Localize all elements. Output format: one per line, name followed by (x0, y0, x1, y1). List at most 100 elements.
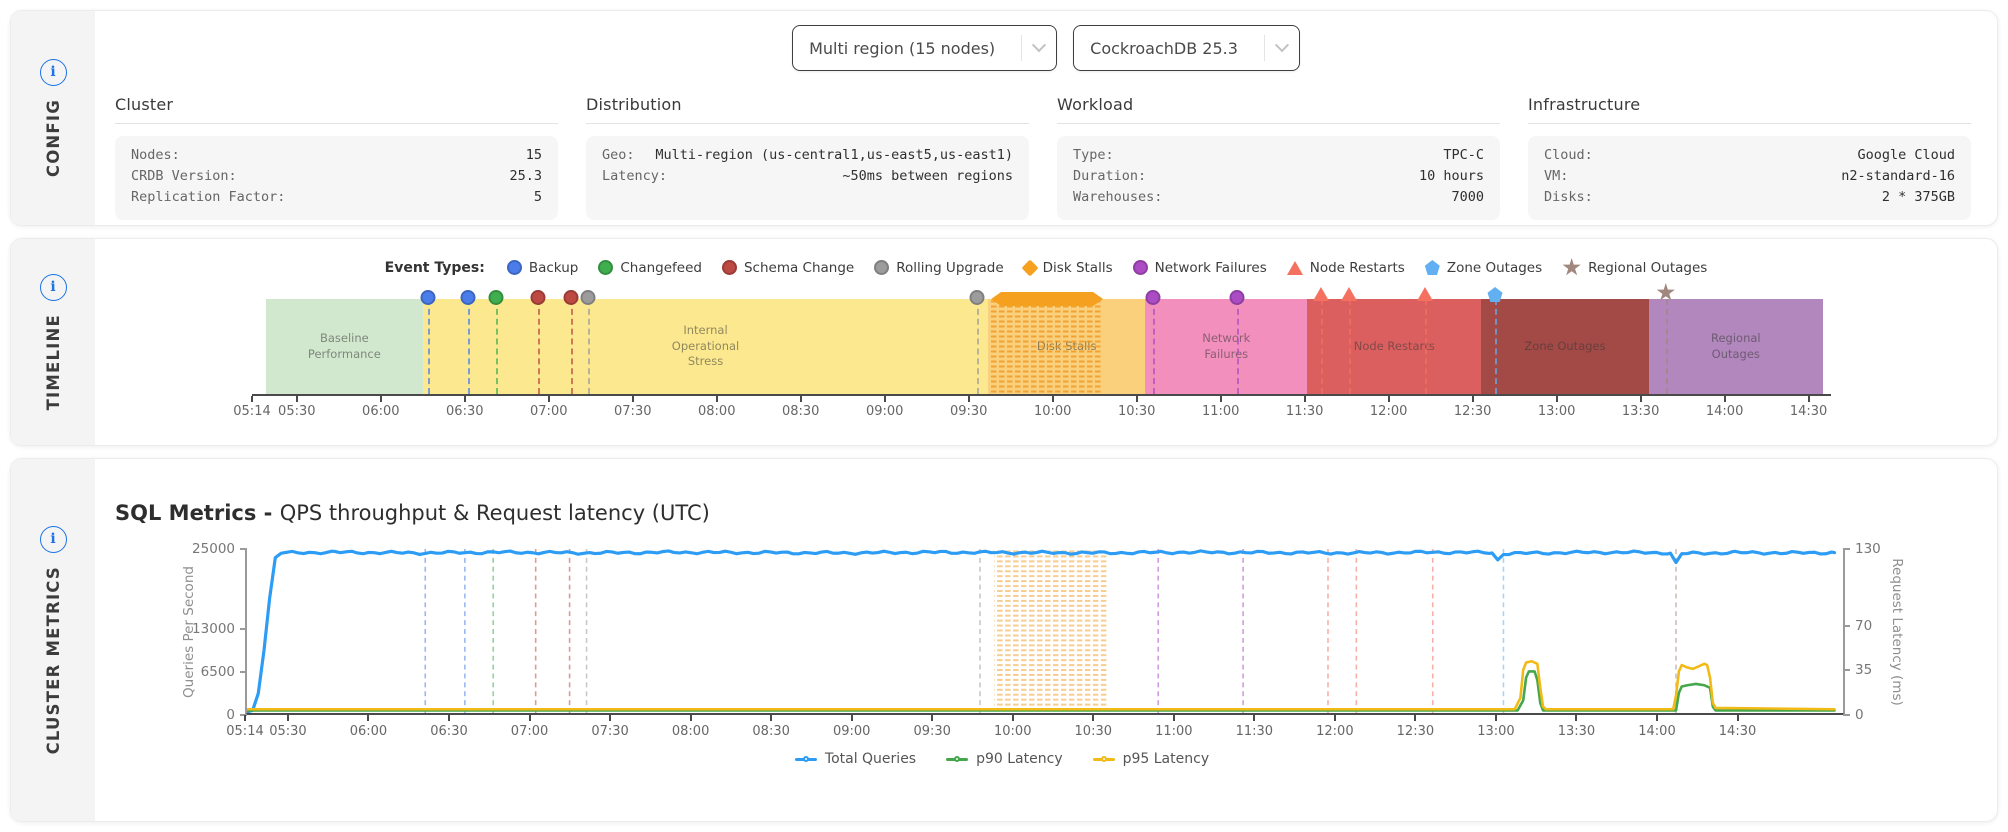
scenario-select[interactable]: Multi region (15 nodes) (792, 25, 1058, 71)
triangle-marker-icon (1286, 260, 1303, 275)
axis-tick-label: 08:30 (781, 404, 820, 419)
axis-tick (1494, 715, 1497, 721)
right-axis-title: Request Latency (ms) (1889, 558, 1905, 706)
config-value: 7000 (1451, 188, 1484, 205)
axis-tick-label: 10:30 (1074, 724, 1112, 739)
axis-tick (240, 548, 247, 550)
dashboard: i CONFIG Multi region (15 nodes) Cockroa… (0, 0, 2008, 832)
line-marker-icon (794, 756, 817, 762)
config-key: Latency: (602, 167, 668, 184)
config-key: CRDB Version: (131, 167, 237, 184)
axis-tick (244, 715, 246, 721)
circle-marker-icon (1132, 260, 1148, 275)
axis-tick (1333, 715, 1336, 721)
chart-title: SQL Metrics - QPS throughput & Request l… (115, 501, 1997, 525)
chart-legend-item[interactable]: Total Queries (794, 751, 916, 767)
event-types-label: Event Types: (384, 259, 485, 276)
timeline-region: Network Failures (1145, 299, 1308, 394)
axis-tick (1807, 396, 1810, 402)
legend-item-zone-outage: Zone Outages (1424, 260, 1542, 276)
event-line-schema-change (537, 299, 540, 394)
axis-tick-label: 0 (1855, 707, 1864, 723)
axis-tick (1736, 715, 1739, 721)
version-select[interactable]: CockroachDB 25.3 (1073, 25, 1300, 71)
timeline-axis: 05:14 05:30 06:00 06:30 07:00 07:30 08:00 08:30… (233, 394, 1831, 420)
config-value: 5 (533, 188, 542, 205)
info-icon[interactable]: i (39, 273, 67, 301)
legend-item-label: Schema Change (743, 259, 855, 276)
axis-tick-label: 130 (1855, 541, 1881, 557)
axis-tick-label: 07:00 (510, 724, 549, 739)
circle-marker-icon (721, 260, 737, 275)
timeline-rail: i TIMELINE (11, 239, 95, 445)
disk-stall-hatch (991, 299, 1104, 394)
event-line-rolling-upgrade (587, 299, 590, 394)
config-row: Replication Factor: 5 (131, 187, 542, 208)
config-value: Google Cloud (1857, 147, 1955, 163)
axis-tick (631, 396, 634, 402)
axis-tick (1092, 715, 1095, 721)
axis-tick-label: 08:00 (698, 404, 736, 419)
axis-tick-label: 07:30 (591, 724, 629, 739)
axis-tick (1843, 548, 1850, 550)
axis-tick (931, 715, 934, 721)
timeline-region: Zone Outages (1481, 299, 1649, 394)
chart-legend-item[interactable]: p95 Latency (1092, 751, 1209, 767)
axis-tick-label: 12:30 (1453, 404, 1492, 419)
legend-item-label: Network Failures (1154, 259, 1267, 276)
timeline-section: i TIMELINE Event Types: Backup Changefeed S… (10, 238, 1998, 446)
axis-tick-label: 05:14 (226, 724, 264, 739)
axis-tick-label: 07:30 (614, 404, 652, 419)
legend-item-network-failure: Network Failures (1132, 259, 1267, 276)
axis-tick-label: 06:30 (430, 724, 468, 739)
config-panel-title: Distribution (586, 95, 1029, 124)
axis-tick-label: 11:00 (1155, 724, 1193, 739)
pentagon-marker-icon (1424, 260, 1440, 275)
axis-tick-label: 13:30 (1621, 404, 1660, 419)
axis-tick-label: 13000 (192, 620, 235, 637)
chart-x-axis: 05:14 05:30 06:00 06:30 07:00 07:30 08:00 08:30… (226, 715, 1759, 745)
axis-tick-label: 25000 (192, 541, 235, 557)
info-icon[interactable]: i (39, 525, 67, 553)
event-line-changefeed (495, 299, 498, 394)
config-rail: i CONFIG (11, 11, 95, 225)
legend-item-label: Regional Outages (1588, 259, 1708, 276)
event-line-regional-outage (1665, 299, 1668, 394)
timeline-chart: Baseline Performance Internal Operational… (233, 283, 1831, 420)
config-grid: Cluster Nodes: 15 CRDB Version: 25.3 Replicat… (95, 95, 1997, 220)
axis-tick (1555, 396, 1558, 402)
axis-tick-label: 0 (226, 707, 235, 723)
event-line-backup (467, 299, 470, 394)
axis-tick-label: 6500 (200, 663, 235, 680)
chart-plot: 0 6500 13000 25000 0 35 70 130 (192, 541, 1881, 723)
axis-tick-label: 13:30 (1557, 724, 1596, 739)
node-restart-event-marker (1313, 287, 1330, 301)
axis-tick (1303, 396, 1306, 402)
axis-tick-label: 09:00 (865, 404, 904, 419)
timeline-region-label: Node Restarts (1353, 338, 1435, 353)
axis-tick (770, 715, 773, 721)
event-line-backup (428, 299, 431, 394)
info-icon[interactable]: i (39, 58, 67, 86)
axis-tick (967, 396, 970, 402)
config-row: Latency: ~50ms between regions (602, 166, 1013, 187)
axis-tick (463, 396, 466, 402)
config-row: Nodes: 15 (131, 145, 542, 166)
chart-legend-item[interactable]: p90 Latency (946, 751, 1063, 767)
axis-tick (379, 396, 382, 402)
config-row: Cloud: Google Cloud (1544, 145, 1955, 166)
config-panel-workload: Workload Type: TPC-C Duration: 10 hours Wareh… (1057, 95, 1500, 220)
axis-tick-label: 14:30 (1789, 404, 1828, 419)
backup-event-marker (460, 290, 476, 305)
axis-tick (367, 715, 370, 721)
event-types-legend: Event Types: Backup Changefeed Schema Chang… (95, 258, 1997, 277)
metrics-rail-label: CLUSTER METRICS (43, 565, 63, 755)
axis-tick (1387, 396, 1390, 402)
config-key: Nodes: (131, 147, 180, 163)
axis-tick (448, 715, 450, 721)
config-row: Duration: 10 hours (1073, 166, 1484, 187)
timeline-region: Node Restarts (1307, 299, 1482, 394)
config-panel-title: Infrastructure (1528, 95, 1971, 124)
config-value: 10 hours (1418, 167, 1484, 184)
axis-tick-label: 35 (1855, 662, 1873, 679)
